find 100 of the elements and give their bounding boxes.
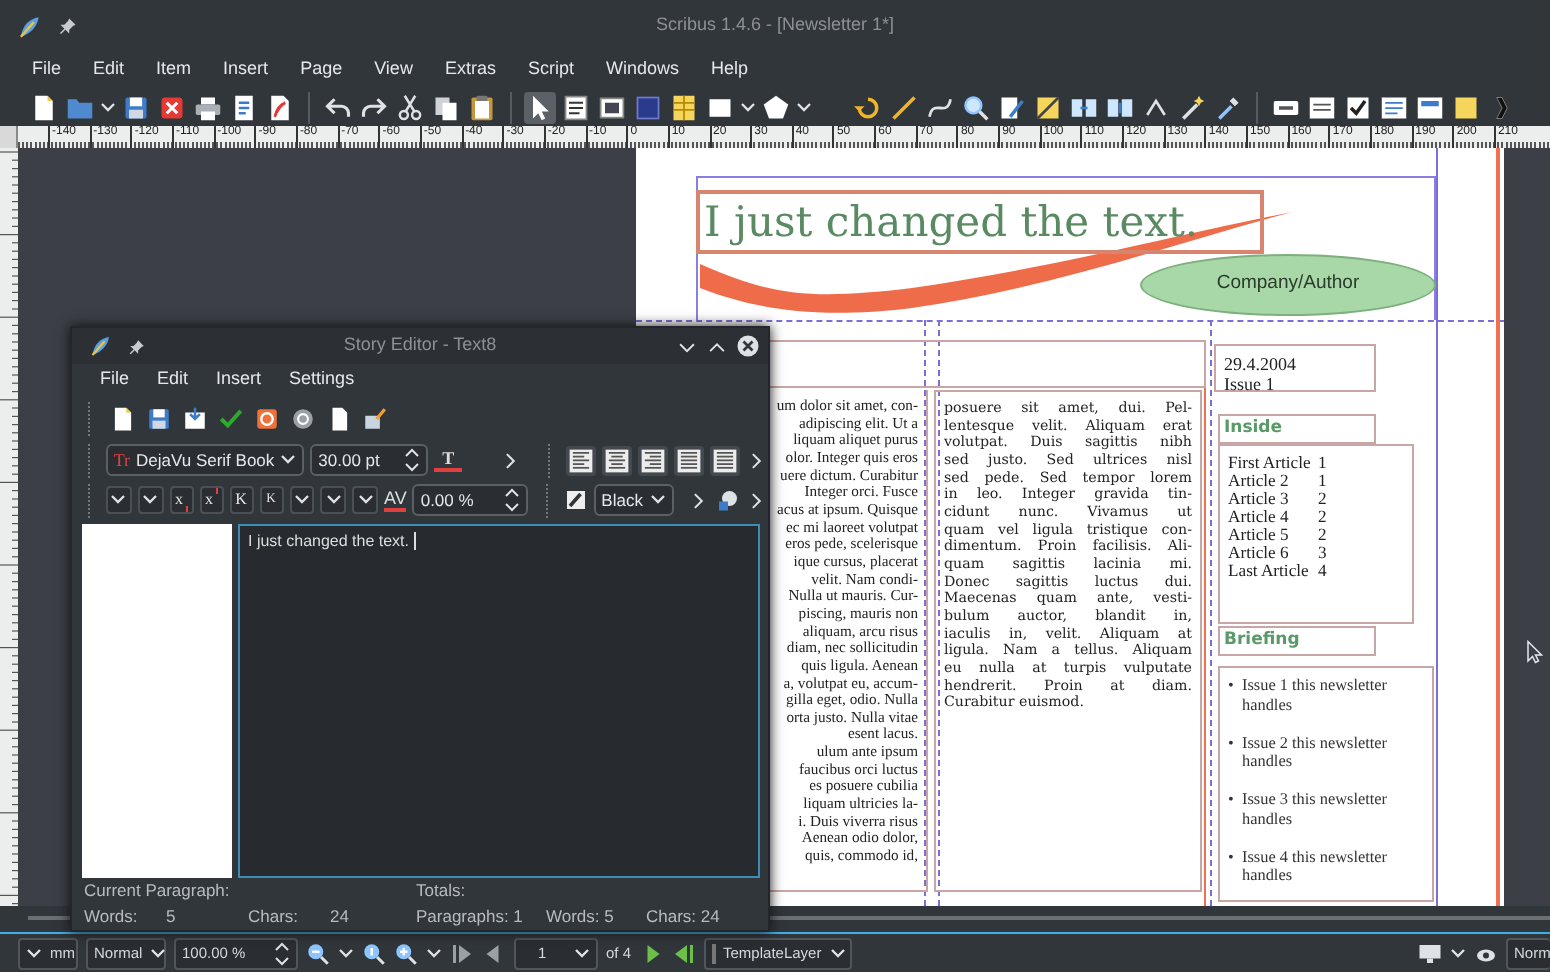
menu-item[interactable]: Windows (605, 56, 679, 84)
zoom-reset-icon[interactable] (362, 941, 386, 965)
spin-icon (274, 941, 290, 965)
align-justify-icon[interactable] (676, 447, 703, 473)
menu-item[interactable]: File (100, 366, 130, 394)
brush-icon[interactable] (362, 405, 388, 431)
checklist-icon[interactable] (230, 93, 258, 121)
checkmark-icon[interactable] (218, 405, 244, 431)
font-size-field[interactable]: 30.00 pt (310, 444, 429, 476)
polygon-icon[interactable] (762, 93, 790, 121)
eyedropper-icon[interactable] (1214, 93, 1242, 121)
redo-icon[interactable] (360, 93, 388, 121)
page-number: 4 (1318, 562, 1327, 580)
pin-icon[interactable] (128, 337, 146, 355)
pen-icon[interactable] (563, 488, 588, 512)
page-icon[interactable] (110, 405, 136, 431)
circle-icon[interactable] (290, 405, 316, 431)
menu-item[interactable]: Insert (223, 56, 269, 84)
menu-item[interactable]: File (32, 56, 62, 84)
caret-icon (26, 943, 42, 963)
line-icon[interactable] (890, 93, 918, 121)
text-editor-area[interactable]: I just changed the text. (238, 524, 760, 878)
first-page-icon[interactable] (450, 941, 474, 965)
text-frame-icon[interactable] (562, 93, 590, 121)
align-right-icon[interactable] (640, 447, 667, 473)
format-button[interactable]: x (199, 486, 224, 514)
article-name: Article 6 (1228, 544, 1291, 562)
align-left-icon[interactable] (568, 447, 595, 473)
menu-item[interactable]: Help (711, 56, 749, 84)
status-value: Words: (84, 904, 140, 930)
dropdown-button[interactable] (105, 486, 132, 514)
paint-icon[interactable] (716, 488, 741, 512)
close-icon[interactable] (158, 93, 186, 121)
dropdown-button[interactable] (320, 486, 347, 514)
unlink-frames-icon[interactable] (1106, 93, 1134, 121)
tracking-field[interactable]: 0.00 % (412, 484, 528, 516)
menu-item[interactable]: Extras (444, 56, 496, 84)
wand-icon[interactable] (1178, 93, 1206, 121)
clipboard-icon[interactable] (468, 93, 496, 121)
edit-contents-icon[interactable] (998, 93, 1026, 121)
monitor-icon[interactable] (1418, 941, 1442, 965)
bullet: • (1228, 733, 1236, 755)
copy-icon[interactable] (432, 93, 460, 121)
menu-item[interactable]: Settings (289, 366, 355, 394)
form-field-icon[interactable] (1308, 93, 1336, 121)
align-center-icon[interactable] (604, 447, 631, 473)
format-button[interactable]: K (229, 486, 254, 514)
zoom-in-icon[interactable] (394, 941, 418, 965)
stop-icon[interactable] (254, 405, 280, 431)
angle-icon[interactable] (1142, 93, 1170, 121)
rotate-icon[interactable] (854, 93, 882, 121)
window-title: Scribus 1.4.6 - [Newsletter 1*] (655, 12, 895, 39)
menu-item[interactable]: Edit (157, 366, 189, 394)
menu-item[interactable]: Script (527, 56, 574, 84)
font-dropdown[interactable]: Tr DejaVu Serif Book (105, 444, 305, 476)
menu-item[interactable]: Page (300, 56, 343, 84)
menu-item[interactable]: Item (156, 56, 192, 84)
menu-item[interactable]: Edit (93, 56, 125, 84)
dropdown-button[interactable] (352, 486, 378, 514)
page-number: 1 (1318, 472, 1327, 490)
table-icon[interactable] (670, 93, 698, 121)
list-field-icon[interactable] (1416, 93, 1444, 121)
menu-item[interactable]: View (374, 56, 413, 84)
feather-icon[interactable] (88, 334, 112, 358)
briefing-item: Issue 2 this newsletter handles (1242, 733, 1390, 771)
caret-icon (338, 943, 354, 963)
curve-icon[interactable] (926, 93, 954, 121)
undo-icon[interactable] (324, 93, 352, 121)
menu-item[interactable]: Insert (216, 366, 262, 394)
page-number: 3 (1318, 544, 1327, 562)
measure-icon[interactable] (1034, 93, 1062, 121)
printer-icon[interactable] (194, 93, 222, 121)
close-icon[interactable] (736, 334, 760, 358)
status-value: Chars: 24 (646, 904, 722, 930)
caret-icon (574, 943, 590, 963)
dropdown-button[interactable] (137, 486, 164, 514)
update-icon[interactable] (182, 405, 208, 431)
checkbox-icon[interactable] (1344, 93, 1372, 121)
issue-info-text: 29.4.2004 (1224, 354, 1298, 374)
pdf-icon[interactable] (266, 93, 294, 121)
zoom-out-icon[interactable] (306, 941, 330, 965)
folder-icon[interactable] (66, 93, 94, 121)
rectangle-icon[interactable] (706, 93, 734, 121)
page-icon[interactable] (30, 93, 58, 121)
briefing-item: Issue 3 this newsletter handles (1242, 790, 1390, 828)
link-frames-icon[interactable] (1070, 93, 1098, 121)
note-icon[interactable] (1452, 93, 1480, 121)
status-value: Paragraphs: 1 (416, 904, 525, 930)
feather-icon[interactable] (16, 13, 42, 39)
last-page-icon[interactable] (671, 941, 696, 965)
zoom-icon[interactable] (962, 93, 990, 121)
dropdown-button[interactable] (289, 486, 315, 514)
combo-field-icon[interactable] (1380, 93, 1408, 121)
format-button[interactable]: x (169, 486, 194, 514)
scissors-icon[interactable] (396, 93, 424, 121)
color-dropdown[interactable]: Black (593, 484, 675, 516)
article-name: Article 4 (1228, 508, 1291, 526)
image-frame-icon[interactable] (598, 93, 626, 121)
pin-icon[interactable] (58, 16, 78, 36)
align-forced-icon[interactable] (712, 447, 739, 473)
